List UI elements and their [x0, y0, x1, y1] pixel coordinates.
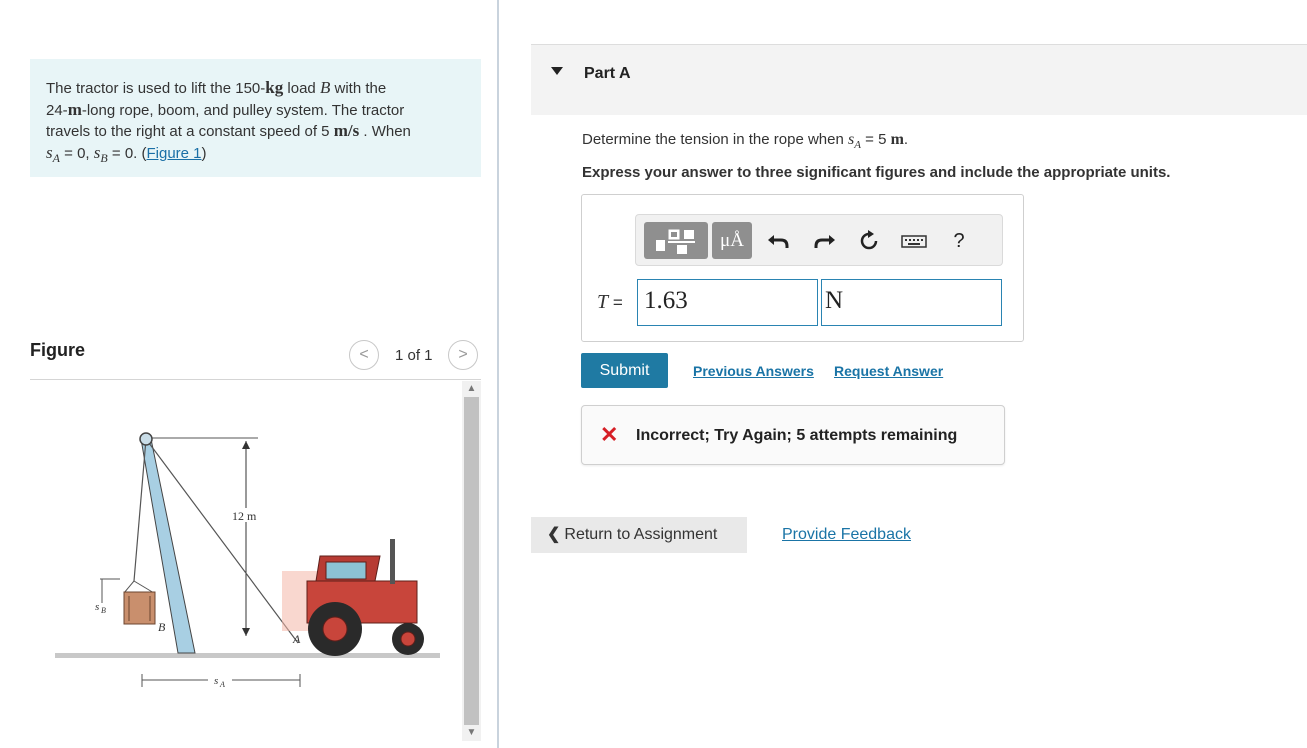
tractor-window	[325, 561, 367, 580]
arrow-head	[242, 628, 250, 636]
part-title: Part A	[584, 65, 631, 82]
arrow-head	[242, 441, 250, 449]
redo-icon[interactable]	[810, 227, 838, 255]
scroll-thumb[interactable]	[464, 397, 479, 725]
problem-text: )	[201, 144, 207, 162]
sling	[123, 580, 135, 594]
pane-divider[interactable]	[497, 0, 499, 748]
math-B: B	[319, 78, 331, 97]
pager-count: 1 of 1	[395, 347, 433, 364]
math-ms: m/s	[333, 121, 360, 140]
label-sA-sub: A	[219, 680, 225, 689]
answer-variable: T	[597, 291, 609, 313]
problem-text: The tractor is used to lift the 150-	[46, 80, 266, 97]
label-sB: s	[95, 601, 99, 613]
scroll-down-icon[interactable]: ▼	[462, 725, 481, 741]
error-x-icon: ✕	[600, 422, 619, 447]
math-sA-sub: A	[52, 150, 60, 165]
sling	[133, 580, 155, 594]
problem-text: with the	[330, 80, 387, 97]
figure-title: Figure	[30, 340, 86, 360]
part-header[interactable]: Part A	[531, 44, 1307, 115]
label-A: A	[292, 632, 301, 646]
chevron-left-icon: ❮	[547, 526, 561, 543]
tractor-boom-figure: 12 m B s B A s A	[55, 432, 440, 689]
help-icon[interactable]: ?	[945, 227, 973, 255]
label-12m: 12 m	[232, 509, 257, 523]
return-label: Return to Assignment	[564, 526, 718, 543]
problem-text: travels to the right at a constant speed…	[46, 123, 334, 140]
problem-text: = 0. (	[107, 144, 147, 162]
figure-header: Figure < 1 of 1 >	[30, 338, 481, 380]
question-end: .	[903, 131, 909, 148]
reset-icon[interactable]	[855, 227, 883, 255]
return-to-assignment-button[interactable]: ❮ Return to Assignment	[531, 517, 747, 553]
value-input[interactable]: 1.63	[637, 279, 818, 326]
templates-button[interactable]	[644, 222, 708, 259]
pager-prev-button[interactable]: <	[349, 340, 379, 370]
figure-scrollbar[interactable]: ▲ ▼	[462, 381, 481, 741]
problem-statement: The tractor is used to lift the 150-kg l…	[30, 59, 481, 177]
question-pre: Determine the tension in the rope when	[582, 131, 848, 148]
math-kg: kg	[265, 78, 284, 97]
question-post: = 5	[860, 131, 891, 148]
problem-text: load	[283, 80, 320, 97]
previous-answers-link[interactable]: Previous Answers	[693, 363, 814, 379]
math-sB-sub: B	[100, 150, 108, 165]
scroll-up-icon[interactable]: ▲	[462, 381, 481, 397]
figure-link[interactable]: Figure 1	[147, 145, 202, 162]
math-toolbar: μÅ ?	[635, 214, 1003, 266]
units-button[interactable]: μÅ	[712, 222, 752, 259]
rope-vertical	[133, 438, 147, 582]
undo-icon[interactable]	[765, 227, 793, 255]
math-m: m	[67, 99, 82, 119]
math-sA: s	[46, 142, 53, 162]
request-answer-link[interactable]: Request Answer	[834, 363, 943, 379]
pulley	[139, 432, 153, 446]
wheel-hub	[400, 631, 416, 647]
templates-icon	[656, 229, 695, 254]
keyboard-icon[interactable]	[900, 227, 928, 255]
label-B: B	[158, 620, 166, 634]
pager-next-button[interactable]: >	[448, 340, 478, 370]
problem-text: . When	[359, 123, 411, 140]
tractor-exhaust	[390, 539, 395, 584]
math-unit: m	[890, 131, 904, 148]
label-sA: s	[214, 675, 218, 687]
submit-button[interactable]: Submit	[581, 353, 668, 388]
caret-down-icon[interactable]	[551, 67, 563, 75]
label-sB-sub: B	[101, 606, 106, 615]
figure-image: 12 m B s B A s A	[30, 381, 462, 741]
problem-text: 24-	[46, 101, 68, 119]
math-sub: A	[854, 139, 861, 151]
problem-text: = 0,	[59, 144, 94, 162]
answer-box: μÅ ? T = 1.63 N	[581, 194, 1024, 342]
instruction-text: Express your answer to three significant…	[582, 164, 1171, 181]
feedback-box: ✕ Incorrect; Try Again; 5 attempts remai…	[581, 405, 1005, 465]
ground	[55, 653, 440, 658]
answer-variable-label: T =	[597, 291, 623, 314]
wheel-hub	[322, 616, 348, 642]
answer-equals: =	[608, 293, 623, 312]
feedback-text: Incorrect; Try Again; 5 attempts remaini…	[636, 427, 958, 444]
provide-feedback-link[interactable]: Provide Feedback	[782, 526, 911, 544]
left-pane: The tractor is used to lift the 150-kg l…	[0, 0, 497, 748]
question-text: Determine the tension in the rope when s…	[582, 131, 908, 151]
problem-text: -long rope, boom, and pulley system. The…	[81, 101, 405, 119]
unit-input[interactable]: N	[821, 279, 1002, 326]
